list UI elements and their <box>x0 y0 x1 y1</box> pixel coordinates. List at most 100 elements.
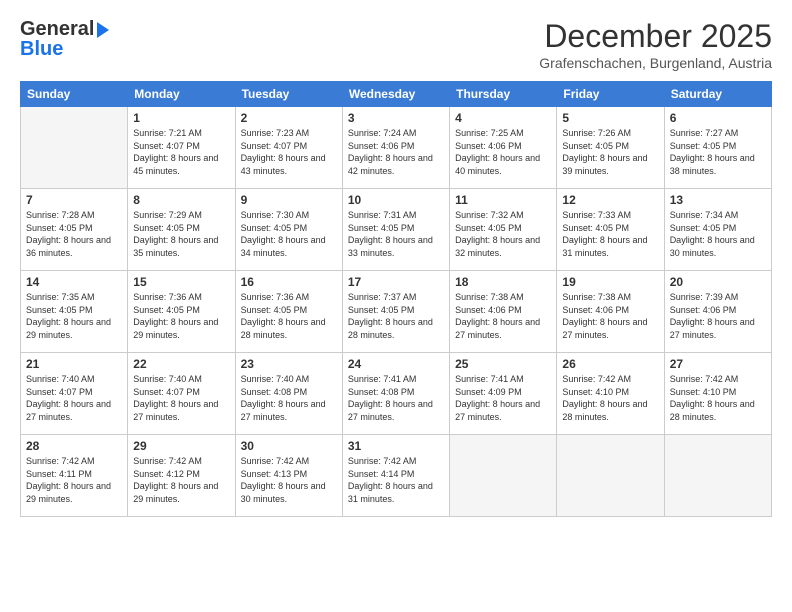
day-info: Sunrise: 7:42 AMSunset: 4:11 PMDaylight:… <box>26 455 122 505</box>
day-number: 4 <box>455 111 551 125</box>
calendar-cell: 3Sunrise: 7:24 AMSunset: 4:06 PMDaylight… <box>342 107 449 189</box>
day-number: 3 <box>348 111 444 125</box>
location: Grafenschachen, Burgenland, Austria <box>539 55 772 71</box>
day-info: Sunrise: 7:23 AMSunset: 4:07 PMDaylight:… <box>241 127 337 177</box>
day-info: Sunrise: 7:38 AMSunset: 4:06 PMDaylight:… <box>455 291 551 341</box>
calendar-cell: 22 Sunrise: 7:40 AMSunset: 4:07 PMDayligh… <box>128 353 235 435</box>
logo-blue: Blue <box>20 38 63 61</box>
day-number: 27 <box>670 357 766 371</box>
day-info: Sunrise: 7:35 AMSunset: 4:05 PMDaylight:… <box>26 291 122 341</box>
calendar-cell: 2 Sunrise: 7:23 AMSunset: 4:07 PMDaylight… <box>235 107 342 189</box>
day-number: 9 <box>241 193 337 207</box>
calendar-cell <box>450 435 557 517</box>
weekday-header: Tuesday <box>235 82 342 107</box>
calendar-cell: 5 Sunrise: 7:26 AMSunset: 4:05 PMDaylight… <box>557 107 664 189</box>
day-info: Sunrise: 7:41 AMSunset: 4:08 PMDaylight:… <box>348 373 444 423</box>
day-info: Sunrise: 7:36 AMSunset: 4:05 PMDaylight:… <box>241 291 337 341</box>
calendar-cell: 21 Sunrise: 7:40 AMSunset: 4:07 PMDayligh… <box>21 353 128 435</box>
calendar-cell: 4 Sunrise: 7:25 AMSunset: 4:06 PMDaylight… <box>450 107 557 189</box>
weekday-header: Friday <box>557 82 664 107</box>
day-number: 23 <box>241 357 337 371</box>
day-info: Sunrise: 7:40 AMSunset: 4:07 PMDaylight:… <box>133 373 229 423</box>
calendar-cell: 16 Sunrise: 7:36 AMSunset: 4:05 PMDayligh… <box>235 271 342 353</box>
day-info: Sunrise: 7:42 AMSunset: 4:12 PMDaylight:… <box>133 455 229 505</box>
day-info: Sunrise: 7:30 AMSunset: 4:05 PMDaylight:… <box>241 209 337 259</box>
day-info: Sunrise: 7:33 AMSunset: 4:05 PMDaylight:… <box>562 209 658 259</box>
day-number: 18 <box>455 275 551 289</box>
day-info: Sunrise: 7:21 AMSunset: 4:07 PMDaylight:… <box>133 127 229 177</box>
day-number: 25 <box>455 357 551 371</box>
calendar-cell: 17Sunrise: 7:37 AMSunset: 4:05 PMDayligh… <box>342 271 449 353</box>
day-number: 12 <box>562 193 658 207</box>
day-number: 31 <box>348 439 444 453</box>
calendar-cell: 8Sunrise: 7:29 AMSunset: 4:05 PMDaylight… <box>128 189 235 271</box>
day-info: Sunrise: 7:37 AMSunset: 4:05 PMDaylight:… <box>348 291 444 341</box>
day-info: Sunrise: 7:26 AMSunset: 4:05 PMDaylight:… <box>562 127 658 177</box>
header: General Blue December 2025 Grafenschache… <box>20 18 772 71</box>
calendar-cell: 31 Sunrise: 7:42 AMSunset: 4:14 PMDayligh… <box>342 435 449 517</box>
calendar-cell <box>557 435 664 517</box>
calendar-cell: 29Sunrise: 7:42 AMSunset: 4:12 PMDayligh… <box>128 435 235 517</box>
weekday-header: Saturday <box>664 82 771 107</box>
day-number: 7 <box>26 193 122 207</box>
title-section: December 2025 Grafenschachen, Burgenland… <box>539 18 772 71</box>
day-number: 20 <box>670 275 766 289</box>
weekday-header: Wednesday <box>342 82 449 107</box>
day-info: Sunrise: 7:34 AMSunset: 4:05 PMDaylight:… <box>670 209 766 259</box>
day-number: 2 <box>241 111 337 125</box>
month-title: December 2025 <box>539 18 772 55</box>
day-info: Sunrise: 7:42 AMSunset: 4:14 PMDaylight:… <box>348 455 444 505</box>
day-info: Sunrise: 7:42 AMSunset: 4:13 PMDaylight:… <box>241 455 337 505</box>
day-number: 30 <box>241 439 337 453</box>
day-number: 21 <box>26 357 122 371</box>
calendar-cell: 7 Sunrise: 7:28 AMSunset: 4:05 PMDaylight… <box>21 189 128 271</box>
page: General Blue December 2025 Grafenschache… <box>0 0 792 612</box>
day-number: 6 <box>670 111 766 125</box>
calendar-cell: 27 Sunrise: 7:42 AMSunset: 4:10 PMDayligh… <box>664 353 771 435</box>
calendar-cell <box>21 107 128 189</box>
day-number: 22 <box>133 357 229 371</box>
calendar-cell: 10 Sunrise: 7:31 AMSunset: 4:05 PMDayligh… <box>342 189 449 271</box>
calendar-cell: 23Sunrise: 7:40 AMSunset: 4:08 PMDayligh… <box>235 353 342 435</box>
day-info: Sunrise: 7:41 AMSunset: 4:09 PMDaylight:… <box>455 373 551 423</box>
calendar: SundayMondayTuesdayWednesdayThursdayFrid… <box>20 81 772 517</box>
day-number: 11 <box>455 193 551 207</box>
day-info: Sunrise: 7:27 AMSunset: 4:05 PMDaylight:… <box>670 127 766 177</box>
calendar-cell: 13 Sunrise: 7:34 AMSunset: 4:05 PMDayligh… <box>664 189 771 271</box>
calendar-cell <box>664 435 771 517</box>
calendar-cell: 26Sunrise: 7:42 AMSunset: 4:10 PMDayligh… <box>557 353 664 435</box>
day-info: Sunrise: 7:38 AMSunset: 4:06 PMDaylight:… <box>562 291 658 341</box>
logo: General Blue <box>20 18 109 61</box>
day-number: 28 <box>26 439 122 453</box>
calendar-cell: 14 Sunrise: 7:35 AMSunset: 4:05 PMDayligh… <box>21 271 128 353</box>
weekday-header: Thursday <box>450 82 557 107</box>
day-number: 14 <box>26 275 122 289</box>
day-info: Sunrise: 7:32 AMSunset: 4:05 PMDaylight:… <box>455 209 551 259</box>
calendar-cell: 24 Sunrise: 7:41 AMSunset: 4:08 PMDayligh… <box>342 353 449 435</box>
calendar-cell: 19 Sunrise: 7:38 AMSunset: 4:06 PMDayligh… <box>557 271 664 353</box>
day-info: Sunrise: 7:42 AMSunset: 4:10 PMDaylight:… <box>670 373 766 423</box>
day-number: 13 <box>670 193 766 207</box>
calendar-cell: 12 Sunrise: 7:33 AMSunset: 4:05 PMDayligh… <box>557 189 664 271</box>
calendar-cell: 9 Sunrise: 7:30 AMSunset: 4:05 PMDaylight… <box>235 189 342 271</box>
day-number: 5 <box>562 111 658 125</box>
day-info: Sunrise: 7:40 AMSunset: 4:07 PMDaylight:… <box>26 373 122 423</box>
weekday-header: Sunday <box>21 82 128 107</box>
logo-arrow-icon <box>97 22 109 38</box>
day-number: 10 <box>348 193 444 207</box>
day-info: Sunrise: 7:28 AMSunset: 4:05 PMDaylight:… <box>26 209 122 259</box>
calendar-cell: 6 Sunrise: 7:27 AMSunset: 4:05 PMDaylight… <box>664 107 771 189</box>
day-info: Sunrise: 7:25 AMSunset: 4:06 PMDaylight:… <box>455 127 551 177</box>
day-number: 1 <box>133 111 229 125</box>
day-info: Sunrise: 7:42 AMSunset: 4:10 PMDaylight:… <box>562 373 658 423</box>
day-number: 15 <box>133 275 229 289</box>
day-info: Sunrise: 7:36 AMSunset: 4:05 PMDaylight:… <box>133 291 229 341</box>
calendar-cell: 20Sunrise: 7:39 AMSunset: 4:06 PMDayligh… <box>664 271 771 353</box>
day-number: 16 <box>241 275 337 289</box>
day-number: 19 <box>562 275 658 289</box>
day-number: 24 <box>348 357 444 371</box>
calendar-cell: 1 Sunrise: 7:21 AMSunset: 4:07 PMDaylight… <box>128 107 235 189</box>
day-info: Sunrise: 7:29 AMSunset: 4:05 PMDaylight:… <box>133 209 229 259</box>
calendar-cell: 28 Sunrise: 7:42 AMSunset: 4:11 PMDayligh… <box>21 435 128 517</box>
day-info: Sunrise: 7:31 AMSunset: 4:05 PMDaylight:… <box>348 209 444 259</box>
